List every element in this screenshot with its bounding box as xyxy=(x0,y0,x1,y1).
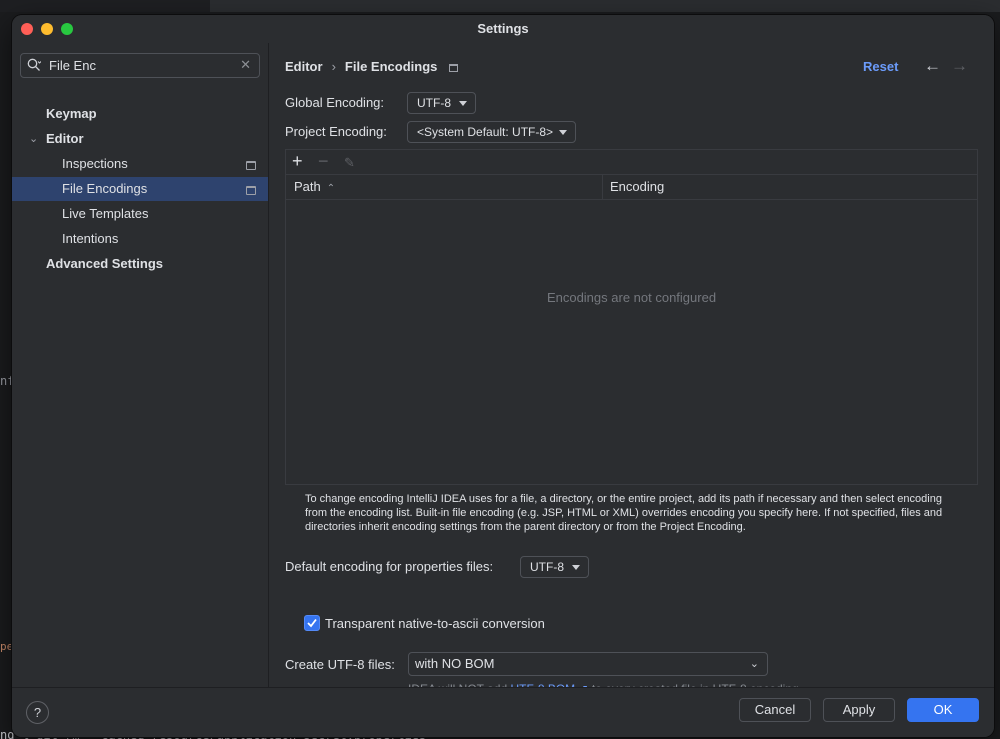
sidebar-item-keymap[interactable]: Keymap xyxy=(12,102,268,126)
project-scope-icon xyxy=(246,186,256,195)
chevron-down-icon[interactable]: ⌄ xyxy=(29,127,38,151)
checkmark-icon xyxy=(307,618,317,628)
forward-arrow-icon[interactable]: → xyxy=(951,56,968,76)
settings-dialog: Settings ✕ Keymap ⌄ Editor Inspections F… xyxy=(12,15,994,737)
properties-encoding-value: UTF-8 xyxy=(530,560,564,574)
help-button[interactable]: ? xyxy=(26,701,49,724)
project-scope-icon xyxy=(246,161,256,170)
sort-ascending-icon: ⌃ xyxy=(326,183,336,194)
sidebar-item-label: Keymap xyxy=(46,106,97,121)
close-icon[interactable]: ✕ xyxy=(240,57,251,73)
breadcrumb-item[interactable]: Editor xyxy=(285,59,323,74)
breadcrumb-separator: › xyxy=(331,59,336,74)
global-encoding-select[interactable]: UTF-8 xyxy=(407,92,476,114)
settings-sidebar: ✕ Keymap ⌄ Editor Inspections File Encod… xyxy=(12,43,269,687)
add-icon[interactable]: + xyxy=(292,152,303,170)
chevron-down-icon: ⌄ xyxy=(749,658,759,670)
table-header: Path ⌃ Encoding xyxy=(286,175,977,200)
background-ide-strip xyxy=(0,0,1000,12)
reset-link[interactable]: Reset xyxy=(863,59,898,74)
column-header-label: Encoding xyxy=(610,179,665,194)
column-header-encoding[interactable]: Encoding xyxy=(610,175,664,199)
sidebar-item-label: Editor xyxy=(46,131,84,146)
cancel-button[interactable]: Cancel xyxy=(739,698,811,722)
sidebar-item-label: Live Templates xyxy=(62,206,149,221)
native-to-ascii-label[interactable]: Transparent native-to-ascii conversion xyxy=(325,616,545,631)
settings-content: Editor › File Encodings Reset ← → Global E… xyxy=(269,43,994,696)
search-input[interactable] xyxy=(49,56,229,74)
sidebar-item-label: Intentions xyxy=(62,231,119,246)
sidebar-item-live-templates[interactable]: Live Templates xyxy=(12,202,268,226)
project-encoding-value: <System Default: UTF-8> xyxy=(417,125,554,139)
empty-table-text: Encodings are not configured xyxy=(546,290,717,305)
sidebar-item-advanced-settings[interactable]: Advanced Settings xyxy=(12,252,268,276)
apply-button[interactable]: Apply xyxy=(823,698,895,722)
breadcrumb-item: File Encodings xyxy=(344,59,438,74)
create-utf8-select[interactable]: with NO BOM ⌄ xyxy=(408,652,768,676)
sidebar-item-label: Inspections xyxy=(62,156,128,171)
global-encoding-value: UTF-8 xyxy=(417,96,451,110)
global-encoding-label: Global Encoding: xyxy=(285,95,385,110)
properties-encoding-label: Default encoding for properties files: xyxy=(285,559,494,574)
column-divider[interactable] xyxy=(602,175,603,199)
window-title: Settings xyxy=(477,21,529,36)
remove-icon[interactable]: − xyxy=(318,152,329,170)
project-scope-icon xyxy=(449,63,459,72)
edit-icon[interactable]: ✎ xyxy=(344,154,355,172)
properties-encoding-select[interactable]: UTF-8 xyxy=(520,556,589,578)
column-header-path[interactable]: Path ⌃ xyxy=(294,175,335,199)
search-icon xyxy=(27,58,41,71)
sidebar-item-editor[interactable]: ⌄ Editor xyxy=(12,127,268,151)
back-arrow-icon[interactable]: ← xyxy=(924,56,941,76)
project-encoding-label: Project Encoding: xyxy=(285,124,387,139)
project-encoding-select[interactable]: <System Default: UTF-8> xyxy=(407,121,576,143)
dialog-footer: ? Cancel Apply OK xyxy=(12,687,994,737)
column-header-label: Path xyxy=(294,179,321,194)
create-utf8-label: Create UTF-8 files: xyxy=(285,657,395,672)
table-toolbar: + − ✎ xyxy=(286,150,977,175)
sidebar-item-inspections[interactable]: Inspections xyxy=(12,152,268,176)
sidebar-item-intentions[interactable]: Intentions xyxy=(12,227,268,251)
encodings-table: + − ✎ Path ⌃ Encoding Encodings are not c… xyxy=(285,149,978,485)
settings-search-box[interactable]: ✕ xyxy=(20,53,260,78)
sidebar-item-file-encodings[interactable]: File Encodings xyxy=(12,177,268,201)
dropdown-arrow-icon xyxy=(559,130,567,135)
dropdown-arrow-icon xyxy=(459,101,467,106)
title-bar: Settings xyxy=(12,15,994,43)
create-utf8-value: with NO BOM xyxy=(415,656,495,671)
dropdown-arrow-icon xyxy=(572,565,580,570)
help-text: To change encoding IntelliJ IDEA uses fo… xyxy=(305,493,943,533)
sidebar-item-label: Advanced Settings xyxy=(46,256,164,271)
ok-button[interactable]: OK xyxy=(907,698,979,722)
sidebar-item-label: File Encodings xyxy=(62,181,148,196)
native-to-ascii-checkbox[interactable] xyxy=(304,615,320,631)
breadcrumb: Editor › File Encodings xyxy=(285,59,459,74)
